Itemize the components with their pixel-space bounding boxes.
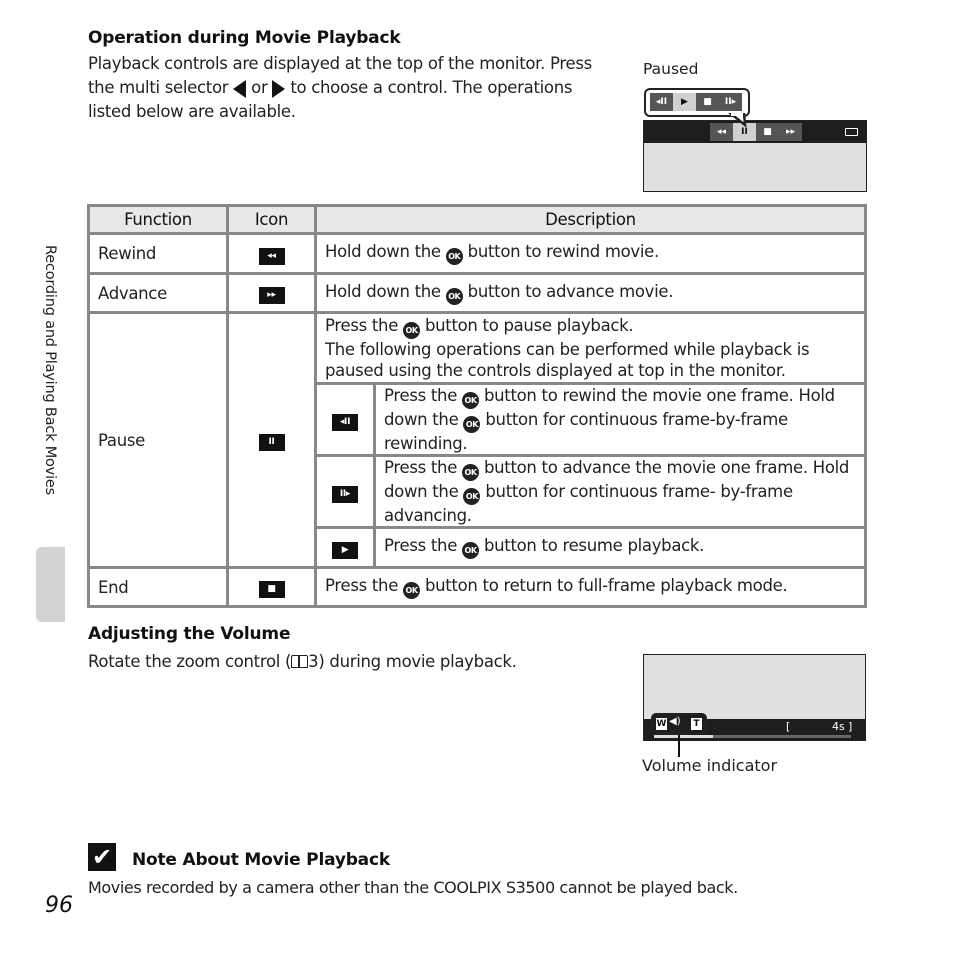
desc-text: Hold down the — [325, 242, 441, 261]
stop-icon: ■ — [703, 97, 712, 107]
desc-text: Hold down the — [325, 281, 441, 301]
operations-table: Function Icon Description Rewind ◂◂ Hold… — [87, 204, 867, 608]
desc-text: Press the — [384, 386, 458, 405]
note-text: Movies recorded by a camera other than t… — [88, 878, 738, 897]
monitor-playback-controls: ◂◂ II ■ ▸▸ — [710, 123, 802, 141]
frame-advance-icon: II▸ — [332, 485, 358, 503]
para-text: Rotate the zoom control ( — [88, 652, 292, 671]
multi-selector-left-icon — [233, 79, 247, 98]
header-icon: Icon — [226, 204, 317, 235]
description-cell: Press the OK button to resume playback. — [373, 526, 867, 569]
ok-button-icon: OK — [462, 392, 480, 409]
function-cell: End — [87, 566, 229, 608]
manual-reference-icon — [291, 655, 309, 668]
header-description: Description — [314, 204, 867, 235]
desc-text: button to pause playback. — [424, 316, 634, 335]
table-row-rewind: Rewind ◂◂ Hold down the OK button to rew… — [87, 232, 867, 275]
speaker-icon: ◀) — [669, 716, 681, 727]
desc-text: button to resume playback. — [483, 536, 705, 555]
time-bracket-open: [ — [786, 720, 791, 733]
chapter-side-label: Recording and Playing Back Movies — [42, 245, 58, 495]
callout-leader-line — [678, 735, 680, 757]
ok-button-icon: OK — [445, 248, 463, 265]
section-paragraph-volume: Rotate the zoom control ( 3) during movie… — [88, 650, 517, 674]
ok-button-icon: OK — [403, 322, 421, 339]
desc-text: button to advance movie. — [467, 281, 674, 301]
desc-text: button to rewind movie. — [467, 242, 660, 261]
para-text: or — [251, 78, 268, 97]
description-cell: Press the OK button to rewind the movie … — [373, 382, 867, 457]
table-header-row: Function Icon Description — [87, 204, 867, 235]
monitor-illustration-paused: ◂◂ II ■ ▸▸ — [643, 120, 867, 192]
advance-icon: ▸▸ — [258, 287, 285, 304]
chapter-tab-marker — [36, 547, 65, 622]
battery-icon — [845, 128, 858, 136]
ok-button-icon: OK — [462, 464, 480, 481]
desc-text: Press the — [384, 458, 458, 477]
zoom-wide-icon: W — [656, 718, 667, 730]
ok-button-icon: OK — [462, 542, 480, 559]
para-line: the multi selector or to choose a contro… — [88, 76, 618, 100]
description-cell: Press the OK button to advance the movie… — [373, 454, 867, 529]
para-line: listed below are available. — [88, 102, 296, 121]
progress-track — [654, 735, 851, 738]
reference-page: 3 — [308, 652, 319, 671]
header-function: Function — [87, 204, 229, 235]
description-cell: Hold down the OK button to rewind movie. — [314, 232, 867, 275]
para-text: ) during movie playback. — [318, 652, 517, 671]
function-cell: Advance — [87, 272, 229, 314]
time-remaining: 4s — [832, 720, 845, 733]
checkmark-note-icon: ✔ — [88, 843, 116, 871]
ok-button-icon: OK — [403, 581, 421, 599]
paused-label: Paused — [643, 60, 699, 78]
pause-icon: II — [258, 434, 285, 451]
desc-text: Press the — [325, 575, 399, 595]
table-row-advance: Advance ▸▸ Hold down the OK button to ad… — [87, 272, 867, 314]
para-line: Playback controls are displayed at the t… — [88, 54, 592, 73]
para-text: to choose a control. The operations — [290, 78, 573, 97]
para-text: the multi selector — [88, 78, 229, 97]
desc-text: The following operations can be performe… — [325, 340, 810, 380]
desc-text: button to return to full-frame playback … — [424, 575, 788, 595]
frame-rewind-icon: ◂II — [332, 413, 358, 431]
section-heading-playback: Operation during Movie Playback — [88, 28, 401, 48]
function-cell: Pause — [87, 311, 229, 569]
ok-button-icon: OK — [463, 488, 481, 505]
advance-icon: ▸▸ — [785, 127, 796, 137]
ok-button-icon: OK — [463, 416, 481, 433]
play-icon: ▶ — [673, 93, 696, 111]
description-cell: Press the OK button to return to full-fr… — [314, 566, 867, 608]
time-bracket-close: ] — [848, 720, 853, 733]
function-cell: Rewind — [87, 232, 229, 275]
note-heading: Note About Movie Playback — [132, 850, 390, 870]
progress-fill — [654, 735, 714, 738]
section-paragraph-playback: Playback controls are displayed at the t… — [88, 52, 618, 124]
page-number: 96 — [45, 893, 73, 918]
frame-advance-icon: II▸ — [724, 97, 737, 107]
stop-icon: ■ — [763, 127, 772, 137]
rewind-icon: ◂◂ — [258, 247, 285, 265]
zoom-tele-icon: T — [691, 718, 702, 730]
callout-controls: ◂II ▶ ■ II▸ — [650, 93, 742, 111]
multi-selector-right-icon — [272, 79, 286, 98]
desc-text: Press the — [384, 536, 458, 555]
volume-indicator-caption: Volume indicator — [642, 756, 778, 775]
description-cell: Press the OK button to pause playback. T… — [314, 311, 867, 385]
volume-indicator: W ◀) T — [651, 713, 707, 735]
frame-rewind-icon: ◂II — [655, 97, 668, 107]
table-row-pause: Pause II Press the OK button to pause pl… — [87, 311, 867, 569]
play-icon: ▶ — [332, 541, 358, 559]
section-heading-volume: Adjusting the Volume — [88, 624, 291, 644]
desc-text: Press the — [325, 316, 399, 335]
callout-pointer — [728, 113, 747, 127]
table-row-end: End ■ Press the OK button to return to f… — [87, 566, 867, 608]
description-cell: Hold down the OK button to advance movie… — [314, 272, 867, 314]
ok-button-icon: OK — [445, 287, 463, 305]
stop-icon: ■ — [258, 581, 285, 598]
